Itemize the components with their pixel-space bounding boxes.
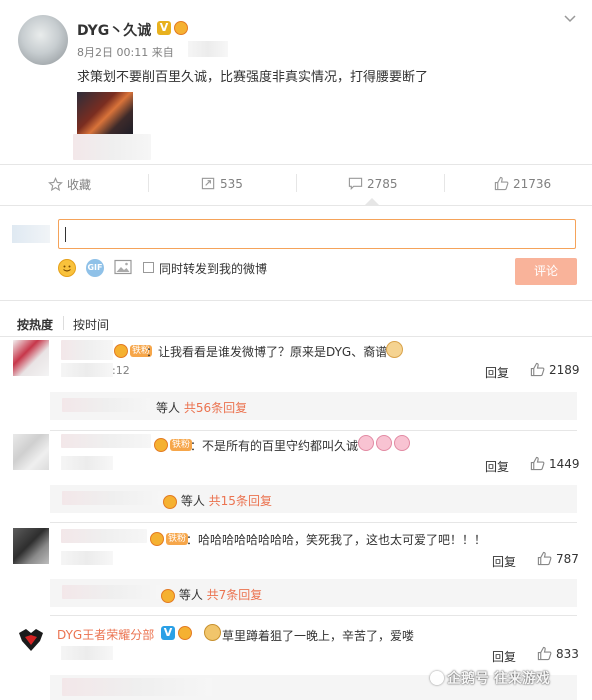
- comment-count: 2785: [367, 176, 398, 191]
- sub-replies-text[interactable]: 等人 共15条回复: [163, 492, 272, 509]
- verified-badge-icon: V: [161, 626, 175, 640]
- sync-repost-label: 同时转发到我的微博: [159, 262, 268, 276]
- comment-text: ：让我看看是谁发微博了？原来是DYG、裔谱: [146, 345, 388, 359]
- comment-author-badges: 铁粉: [150, 531, 189, 546]
- favorite-label: 收藏: [67, 178, 92, 192]
- crown-icon: [114, 343, 128, 358]
- comment-like-button[interactable]: 1449: [530, 456, 580, 471]
- comment-time-redacted: [61, 646, 113, 660]
- crown-icon: [178, 626, 192, 640]
- repost-icon: [201, 177, 215, 190]
- comment-avatar[interactable]: [13, 528, 49, 564]
- sub-replier-redacted: [62, 491, 162, 505]
- comment-author[interactable]: DYG王者荣耀分部: [57, 626, 154, 643]
- sub-replier-redacted: [62, 585, 160, 599]
- crown-icon: [150, 531, 164, 546]
- comment-text: ：不是所有的百里守约都叫久诚: [190, 439, 359, 453]
- my-avatar: [12, 225, 50, 243]
- image-upload-icon[interactable]: [114, 259, 132, 275]
- submit-comment-button[interactable]: 评论: [515, 258, 577, 285]
- comment-text: ：哈哈哈哈哈哈哈哈，笑死我了，这也太可爱了吧！！！: [186, 533, 487, 547]
- thumbs-up-icon: [537, 646, 552, 661]
- post-source-redacted: [188, 41, 228, 57]
- comment-time-redacted: [61, 363, 113, 377]
- sub-replies-suffix: 等人: [180, 494, 205, 508]
- post-date[interactable]: 8月2日 00:11: [77, 46, 148, 59]
- reply-button[interactable]: 回复: [492, 648, 516, 665]
- reply-button[interactable]: 回复: [485, 458, 509, 475]
- team-logo-avatar[interactable]: [16, 625, 46, 655]
- favorite-button[interactable]: 收藏: [48, 176, 91, 193]
- text-cursor: [65, 227, 66, 242]
- emoji-pig-icons: [358, 434, 412, 452]
- sub-replies-count[interactable]: 共15条回复: [209, 494, 272, 508]
- comment-like-button[interactable]: 833: [537, 646, 579, 661]
- comment-time-redacted: [61, 456, 113, 470]
- reply-button[interactable]: 回复: [492, 553, 516, 570]
- repost-count: 535: [220, 176, 243, 191]
- comment-author-redacted[interactable]: [61, 434, 151, 448]
- post-image-redacted: [73, 134, 151, 160]
- dropdown-chevron-icon[interactable]: [563, 12, 577, 26]
- sub-replies-count[interactable]: 共56条回复: [184, 401, 247, 415]
- gif-icon[interactable]: GIF: [86, 259, 104, 277]
- comment-like-button[interactable]: 2189: [530, 362, 580, 377]
- crown-icon: [174, 21, 188, 35]
- fan-badge: 铁粉: [170, 438, 193, 451]
- sync-repost-checkbox[interactable]: [143, 262, 154, 273]
- comment-time: :12: [112, 364, 130, 377]
- author-avatar[interactable]: [18, 15, 68, 65]
- post-image[interactable]: [77, 92, 133, 134]
- comment-icon: [348, 177, 363, 191]
- active-tab-pointer: [365, 198, 379, 205]
- watermark-text: 企鹅号 往来游戏: [447, 671, 550, 687]
- crown-icon: [161, 588, 175, 603]
- sub-replies-suffix: 等人: [156, 401, 181, 415]
- sort-by-time-tab[interactable]: 按时间: [73, 316, 109, 333]
- sub-replier-redacted: [62, 678, 212, 696]
- comment-text: 草里蹲着狙了一晚上，辛苦了，爱喽: [222, 629, 415, 643]
- thumbs-up-icon: [530, 456, 545, 471]
- comment-like-button[interactable]: 787: [537, 551, 579, 566]
- sub-replies-count[interactable]: 共7条回复: [207, 588, 263, 602]
- comment-like-count: 787: [556, 551, 579, 566]
- sub-replies-suffix: 等人: [178, 588, 203, 602]
- crown-icon: [154, 437, 168, 452]
- post-text: 求策划不要削百里久诚，比赛强度非真实情况，打得腰要断了: [77, 70, 429, 85]
- watermark-logo-icon: [430, 671, 444, 685]
- fan-badge: 铁粉: [166, 532, 189, 545]
- comment-time-redacted: [61, 551, 113, 565]
- comment-input[interactable]: [58, 219, 576, 249]
- emoji-dog-icon: [386, 341, 403, 358]
- post-source-prefix: 来自: [151, 46, 174, 59]
- sub-replier-redacted: [62, 398, 150, 412]
- thumbs-up-icon: [537, 551, 552, 566]
- sub-replies-text[interactable]: 等人 共56条回复: [156, 399, 247, 416]
- like-button[interactable]: 21736: [494, 176, 551, 191]
- emoji-doge-icon: [204, 624, 221, 641]
- comment-author-badges: 铁粉: [154, 437, 193, 452]
- comment-author-redacted[interactable]: [61, 340, 113, 360]
- sub-replies-text[interactable]: 等人 共7条回复: [161, 586, 262, 603]
- comment-like-count: 2189: [549, 362, 580, 377]
- comment-like-count: 833: [556, 646, 579, 661]
- repost-button[interactable]: 535: [201, 176, 243, 191]
- comment-like-count: 1449: [549, 456, 580, 471]
- thumbs-up-icon: [530, 362, 545, 377]
- thumbs-up-icon: [494, 176, 509, 191]
- star-icon: [48, 177, 63, 192]
- emoji-icon[interactable]: [58, 259, 76, 277]
- comment-avatar[interactable]: [13, 340, 49, 376]
- verified-badge-icon: V: [157, 21, 171, 35]
- author-name[interactable]: DYG丶久诚: [77, 20, 151, 40]
- comment-avatar[interactable]: [13, 434, 49, 470]
- post-meta: 8月2日 00:11 来自: [77, 44, 174, 60]
- reply-button[interactable]: 回复: [485, 364, 509, 381]
- crown-icon: [163, 494, 177, 509]
- comment-author-redacted[interactable]: [61, 529, 147, 543]
- watermark: 企鹅号 往来游戏: [430, 668, 550, 688]
- sort-by-hot-tab[interactable]: 按热度: [17, 316, 53, 333]
- like-count: 21736: [513, 176, 552, 191]
- comment-button[interactable]: 2785: [348, 176, 398, 191]
